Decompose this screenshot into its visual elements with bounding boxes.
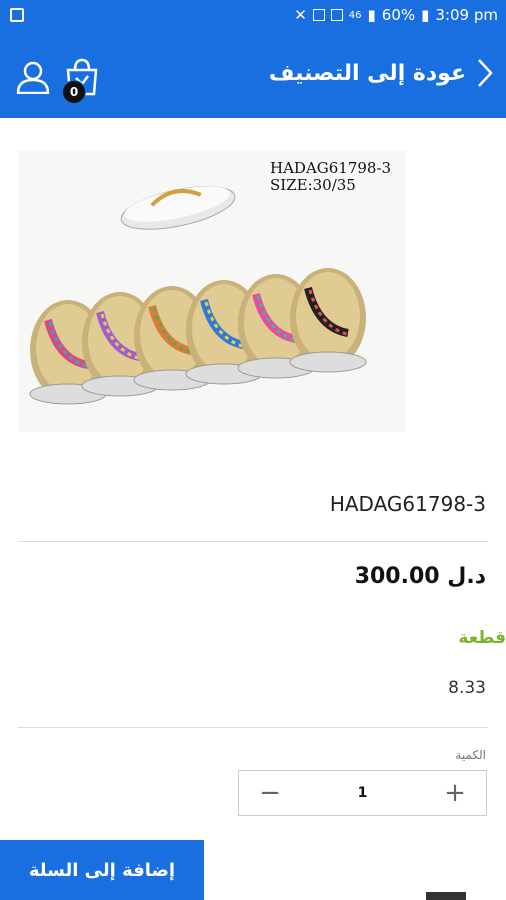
product-sku: HADAG61798-3 — [329, 492, 486, 516]
divider — [18, 727, 488, 728]
chevron-right-icon — [478, 59, 493, 87]
clock: 3:09 pm — [435, 6, 498, 24]
product-image[interactable]: HADAG61798-3 SIZE:30/35 — [18, 150, 406, 432]
image-caption: HADAG61798-3 SIZE:30/35 — [270, 160, 391, 194]
quantity-stepper: − 1 + — [238, 770, 487, 816]
image-code-line2: SIZE:30/35 — [270, 176, 356, 194]
partial-content-icon — [426, 892, 466, 900]
sim-icon — [312, 9, 325, 21]
network-label: 46 — [348, 9, 362, 21]
back-to-category-button[interactable]: عودة إلى التصنيف — [269, 58, 494, 88]
quantity-value[interactable]: 1 — [301, 785, 424, 801]
increase-quantity-button[interactable]: + — [424, 771, 486, 815]
image-code-line1: HADAG61798-3 — [270, 159, 392, 177]
app-bar: عودة إلى التصنيف — [0, 32, 506, 118]
user-icon[interactable] — [16, 60, 50, 94]
signal-box-icon — [330, 9, 343, 21]
status-icons: ✕ 46 ▮ 60% ▮ 3:09 pm — [294, 6, 498, 24]
unit-price: 8.33 — [448, 678, 486, 698]
signal-icon: ▮ — [367, 6, 376, 24]
notification-icon — [10, 8, 24, 22]
back-label: عودة إلى التصنيف — [268, 60, 466, 86]
status-bar: ✕ 46 ▮ 60% ▮ 3:09 pm — [0, 0, 506, 32]
add-to-cart-button[interactable]: إضافة إلى السلة — [0, 840, 204, 900]
battery-percent: 60% — [381, 6, 416, 24]
product-price: 300.00 د.ل — [354, 564, 486, 589]
quantity-label: الكمية — [455, 748, 486, 762]
cart-count-badge: 0 — [62, 80, 86, 104]
mute-icon: ✕ — [294, 6, 307, 24]
unit-label: قطعة — [458, 628, 506, 648]
decrease-quantity-button[interactable]: − — [239, 771, 301, 815]
divider — [18, 541, 488, 542]
battery-icon: ▮ — [421, 6, 430, 24]
